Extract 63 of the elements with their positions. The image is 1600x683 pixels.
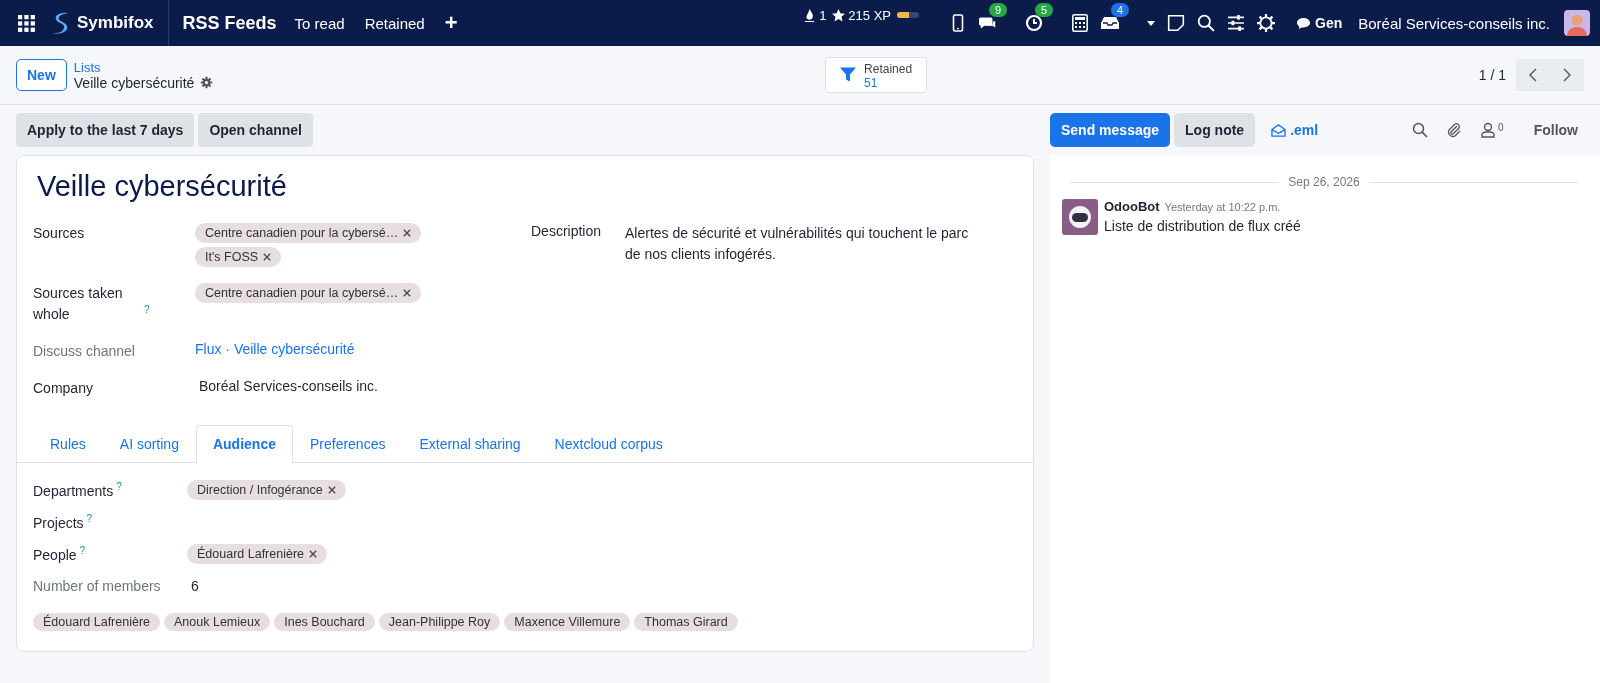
tag-label: Centre canadien pour la cybersé… <box>205 226 399 240</box>
help-mark[interactable]: ? <box>116 481 122 493</box>
tag-label: It's FOSS <box>205 250 259 264</box>
member-tag: Jean-Philippe Roy <box>378 613 501 631</box>
tab[interactable]: Preferences <box>292 425 403 462</box>
eml-link[interactable]: .eml <box>1271 122 1319 138</box>
app-name[interactable]: RSS Feeds <box>182 12 277 34</box>
menu-item[interactable]: Retained <box>364 14 425 32</box>
field-value: 6 <box>190 578 199 594</box>
help-mark[interactable]: ? <box>79 545 86 557</box>
field-label: Departments <box>33 482 114 499</box>
action-button[interactable]: Apply to the last 7 days <box>16 113 195 147</box>
streak-count: 1 <box>819 7 827 23</box>
message-text: Liste de distribution de flux créé <box>1104 218 1301 234</box>
count-badge: 4 <box>1111 3 1130 17</box>
action-button[interactable]: Open channel <box>198 113 313 147</box>
date-separator: Sep 26, 2026 <box>1288 175 1360 189</box>
log-note-button[interactable]: Log note <box>1174 113 1256 147</box>
send-message-button[interactable]: Send message <box>1050 113 1171 147</box>
tab[interactable]: Audience <box>195 425 293 463</box>
help-mark[interactable]: ? <box>86 513 93 525</box>
field-label: Sources taken whole <box>33 284 124 324</box>
channel-label[interactable]: Gen <box>1315 15 1343 31</box>
help-mark[interactable]: ? <box>144 304 150 316</box>
tag-label: Édouard Lafrenière <box>197 547 305 561</box>
follower-count: 0 <box>1498 122 1504 133</box>
field-label: People <box>33 546 77 563</box>
message-time: Yesterday at 10:22 p.m. <box>1164 201 1281 213</box>
tag-label: Centre canadien pour la cybersé… <box>205 286 399 300</box>
xp-amount: 215 XP <box>848 7 891 23</box>
company-switcher[interactable]: Boréal Services-conseils inc. <box>1358 14 1550 32</box>
field-label: Sources <box>33 224 85 243</box>
member-tag: Anouk Lemieux <box>164 613 271 631</box>
message-author[interactable]: OdooBot <box>1104 199 1160 214</box>
tab[interactable]: Nextcloud corpus <box>537 425 680 462</box>
field-label: Number of members <box>33 578 161 594</box>
breadcrumb-link[interactable]: Lists <box>73 59 214 75</box>
field-label: Description <box>531 223 603 241</box>
pager-value[interactable]: 1 / 1 <box>1478 67 1506 83</box>
add-menu-button[interactable]: + <box>444 10 458 36</box>
member-tag: Maxence Villemure <box>504 613 631 631</box>
member-tag: Thomas Girard <box>634 613 738 631</box>
filter-button[interactable]: Retained 51 <box>825 57 928 93</box>
tab[interactable]: AI sorting <box>102 425 196 462</box>
count-badge: 5 <box>1035 3 1054 17</box>
new-button[interactable]: New <box>16 59 67 91</box>
menu-item[interactable]: To read <box>294 14 345 32</box>
count-badge: 9 <box>989 3 1008 17</box>
description-text: Alertes de sécurité et vulnérabilités qui touchent le parc de nos clients infogérés. <box>625 224 970 264</box>
field-label: Projects <box>33 514 84 531</box>
tab[interactable]: External sharing <box>402 425 538 462</box>
record-name: Veille cybersécurité <box>73 74 195 91</box>
tag-label: Direction / Infogérance <box>197 483 323 497</box>
field-value: Boréal Services-conseils inc. <box>198 378 378 394</box>
follow-button[interactable]: Follow <box>1527 121 1584 139</box>
field-label: Company <box>33 379 93 398</box>
member-tag: Ines Bouchard <box>274 613 375 631</box>
tab[interactable]: Rules <box>33 425 103 462</box>
member-tag: Édouard Lafrenière <box>33 613 161 631</box>
brand-name: Symbifox <box>77 13 154 33</box>
field-label: Discuss channel <box>33 342 135 361</box>
channel-link[interactable]: Flux · Veille cybersécurité <box>195 341 355 357</box>
record-title: Veille cybersécurité <box>37 170 288 203</box>
